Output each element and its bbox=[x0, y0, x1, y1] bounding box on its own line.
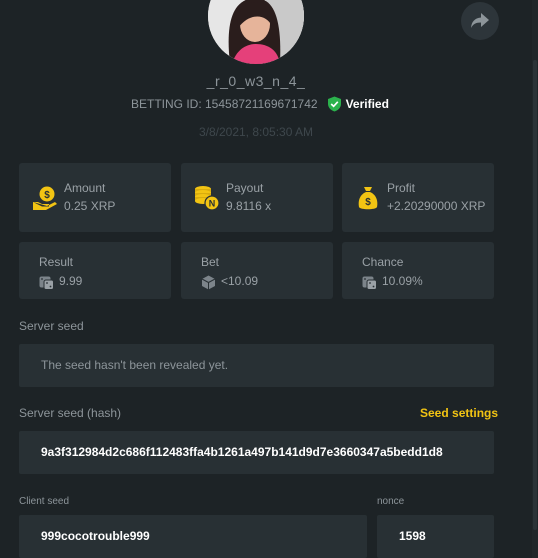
verified-shield-icon bbox=[327, 96, 341, 112]
bet-value: <10.09 bbox=[221, 274, 259, 288]
bet-label: Bet bbox=[201, 255, 220, 269]
profit-label: Profit bbox=[387, 181, 416, 195]
chance-value: 10.09% bbox=[382, 274, 423, 288]
nonce-field[interactable]: 1598 bbox=[377, 515, 494, 558]
dice-icon bbox=[362, 276, 377, 290]
amount-value: 0.25 XRP bbox=[64, 199, 116, 213]
result-value: 9.99 bbox=[59, 274, 83, 288]
client-seed-label: Client seed bbox=[19, 496, 70, 507]
payout-label: Payout bbox=[226, 181, 264, 195]
verified-badge: Verified bbox=[327, 96, 389, 112]
nonce-label: nonce bbox=[377, 496, 405, 507]
payout-value: 9.8116 x bbox=[226, 199, 272, 213]
seed-settings-link[interactable]: Seed settings bbox=[420, 406, 498, 420]
scrollbar-thumb[interactable] bbox=[533, 60, 537, 530]
share-button[interactable] bbox=[461, 2, 499, 40]
money-bag-icon: $ bbox=[358, 187, 378, 210]
client-seed-field[interactable]: 999cocotrouble999 bbox=[19, 515, 367, 558]
nonce-value: 1598 bbox=[399, 529, 426, 543]
amount-card: $ Amount 0.25 XRP bbox=[19, 163, 171, 232]
payout-card: N Payout 9.8116 x bbox=[181, 163, 333, 232]
betting-id: BETTING ID: 15458721169671742 bbox=[131, 97, 318, 111]
bet-card: Bet <10.09 bbox=[181, 242, 333, 299]
svg-text:$: $ bbox=[365, 197, 371, 208]
avatar bbox=[208, 0, 304, 64]
coin-stack-icon: N bbox=[195, 186, 220, 211]
result-card: Result 9.99 bbox=[19, 242, 171, 299]
verified-label: Verified bbox=[345, 97, 389, 111]
cube-icon bbox=[201, 275, 216, 290]
result-label: Result bbox=[39, 255, 74, 269]
share-icon bbox=[471, 13, 489, 28]
amount-label: Amount bbox=[64, 181, 106, 195]
server-seed-hash-value: 9a3f312984d2c686f112483ffa4b1261a497b141… bbox=[41, 445, 443, 459]
profit-card: $ Profit +2.20290000 XRP bbox=[342, 163, 494, 232]
chance-label: Chance bbox=[362, 255, 404, 269]
server-seed-hash-field[interactable]: 9a3f312984d2c686f112483ffa4b1261a497b141… bbox=[19, 431, 494, 474]
server-seed-label: Server seed bbox=[19, 319, 84, 333]
coin-hand-icon: $ bbox=[33, 186, 57, 210]
server-seed-value: The seed hasn't been revealed yet. bbox=[41, 358, 229, 372]
svg-text:N: N bbox=[209, 199, 216, 209]
svg-text:$: $ bbox=[44, 190, 50, 201]
dice-icon bbox=[39, 276, 54, 290]
username: _r_0_w3_n_4_ bbox=[206, 73, 306, 89]
scrollbar-track[interactable] bbox=[532, 0, 538, 558]
chance-card: Chance 10.09% bbox=[342, 242, 494, 299]
server-seed-hash-label: Server seed (hash) bbox=[19, 406, 122, 420]
betting-id-row: BETTING ID: 15458721169671742 Verified bbox=[131, 96, 389, 112]
bet-date: 3/8/2021, 8:05:30 AM bbox=[198, 125, 314, 139]
profit-value: +2.20290000 XRP bbox=[387, 199, 486, 213]
client-seed-value: 999cocotrouble999 bbox=[41, 529, 150, 543]
server-seed-field[interactable]: The seed hasn't been revealed yet. bbox=[19, 344, 494, 387]
